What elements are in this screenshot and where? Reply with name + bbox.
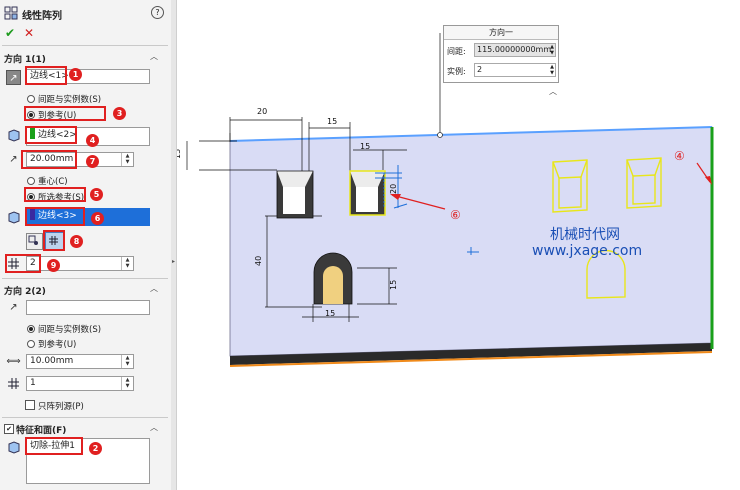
linear-pattern-icon bbox=[4, 6, 18, 20]
radio-spacing-instances[interactable]: 间距与实例数(S) bbox=[27, 93, 101, 105]
highlight-box bbox=[25, 207, 85, 226]
property-manager: 线性阵列 ? ✔ ✕ 方向 1(1) ︿ ↗ 边线<1> 1 间距与实例数(S)… bbox=[0, 0, 172, 490]
highlight-box bbox=[25, 437, 83, 455]
highlight-box bbox=[5, 254, 41, 273]
annotation-6: ⑥ bbox=[450, 208, 461, 222]
dim-15-left: 15 bbox=[177, 149, 182, 159]
spacing-icon: ⟺ bbox=[6, 356, 21, 367]
divider bbox=[2, 417, 168, 418]
dim-20-vertical: 20 bbox=[389, 184, 398, 194]
selected-centroid-icon[interactable] bbox=[26, 233, 43, 250]
badge-8: 8 bbox=[70, 235, 83, 248]
highlight-box bbox=[25, 126, 77, 144]
cut-hole-1 bbox=[276, 170, 314, 219]
highlight-box bbox=[43, 230, 65, 251]
dim-15-top: 15 bbox=[327, 117, 337, 126]
radio-centroid[interactable]: 重心(C) bbox=[27, 175, 68, 187]
collapse-chevron-icon[interactable]: ︿ bbox=[150, 51, 158, 62]
reference-geometry-icon bbox=[6, 128, 21, 143]
badge-9: 9 bbox=[47, 259, 60, 272]
badge-5: 5 bbox=[90, 188, 103, 201]
direction-callout[interactable]: 方向一 间距: 115.00000000mm ▲ ▼ 实例: 2 ▲ ▼ bbox=[443, 25, 559, 83]
dim-20-top: 20 bbox=[257, 107, 267, 116]
features-header[interactable]: 特征和面(F) bbox=[16, 423, 66, 436]
callout-anchor bbox=[437, 132, 443, 138]
graphics-area[interactable]: 20 15 15 15 20 40 15 15 ④ ⑥ 方向一 间距: 115.… bbox=[177, 0, 740, 490]
seed-only-checkbox[interactable]: 只阵列源(P) bbox=[25, 400, 84, 412]
direction2-header[interactable]: 方向 2(2) bbox=[4, 284, 46, 297]
direction2-spacing-input[interactable]: 10.00mm ▲ ▼ bbox=[26, 354, 134, 369]
direction2-edge-field[interactable] bbox=[26, 300, 150, 315]
direction-arrow-icon[interactable]: ↗ bbox=[6, 70, 21, 85]
instance-count-icon bbox=[6, 376, 21, 391]
reference-geometry-icon bbox=[6, 210, 21, 225]
collapse-chevron-icon[interactable]: ︿ bbox=[150, 422, 158, 433]
annotation-4: ④ bbox=[674, 149, 685, 163]
dim-15-right: 15 bbox=[389, 280, 398, 290]
callout-spacing-input[interactable]: 115.00000000mm ▲ ▼ bbox=[474, 43, 556, 57]
watermark-line1: 机械时代网 bbox=[550, 227, 620, 243]
instance-count-input[interactable]: 2 ▲ ▼ bbox=[26, 256, 134, 271]
divider bbox=[2, 278, 168, 279]
offset-distance-icon: ↗ bbox=[9, 154, 18, 165]
highlight-box bbox=[24, 106, 106, 121]
badge-1: 1 bbox=[69, 68, 82, 81]
cancel-button[interactable]: ✕ bbox=[24, 26, 34, 40]
panel-title: 线性阵列 bbox=[22, 11, 62, 22]
divider bbox=[2, 45, 168, 46]
callout-title: 方向一 bbox=[444, 26, 558, 40]
callout-count-label: 实例: bbox=[447, 67, 466, 76]
ok-button[interactable]: ✔ bbox=[5, 26, 15, 40]
feature-icon bbox=[6, 440, 21, 455]
radio-up-to-reference-2[interactable]: 到参考(U) bbox=[27, 338, 76, 350]
watermark-line2: www.jxage.com bbox=[532, 243, 643, 259]
callout-collapse-icon[interactable]: ︿ bbox=[549, 86, 557, 97]
badge-7: 7 bbox=[86, 155, 99, 168]
highlight-box bbox=[25, 66, 67, 85]
badge-4: 4 bbox=[86, 134, 99, 147]
badge-6: 6 bbox=[91, 212, 104, 225]
badge-2: 2 bbox=[89, 442, 102, 455]
features-checkbox[interactable]: ✔ bbox=[4, 424, 14, 434]
radio-spacing-instances-2[interactable]: 间距与实例数(S) bbox=[27, 323, 101, 335]
callout-count-input[interactable]: 2 ▲ ▼ bbox=[474, 63, 556, 77]
highlight-box bbox=[24, 187, 86, 202]
collapse-chevron-icon[interactable]: ︿ bbox=[150, 283, 158, 294]
badge-3: 3 bbox=[113, 107, 126, 120]
help-button[interactable]: ? bbox=[151, 6, 164, 19]
cut-hole-3 bbox=[313, 252, 353, 305]
dim-15-mid: 15 bbox=[360, 142, 370, 151]
dim-40: 40 bbox=[254, 256, 263, 266]
dim-15-bottom: 15 bbox=[325, 309, 335, 318]
highlight-box bbox=[21, 150, 77, 169]
direction1-header[interactable]: 方向 1(1) bbox=[4, 52, 46, 65]
direction-arrow-icon[interactable]: ↗ bbox=[6, 300, 21, 315]
direction2-count-input[interactable]: 1 ▲ ▼ bbox=[26, 376, 134, 391]
callout-spacing-label: 间距: bbox=[447, 47, 466, 56]
